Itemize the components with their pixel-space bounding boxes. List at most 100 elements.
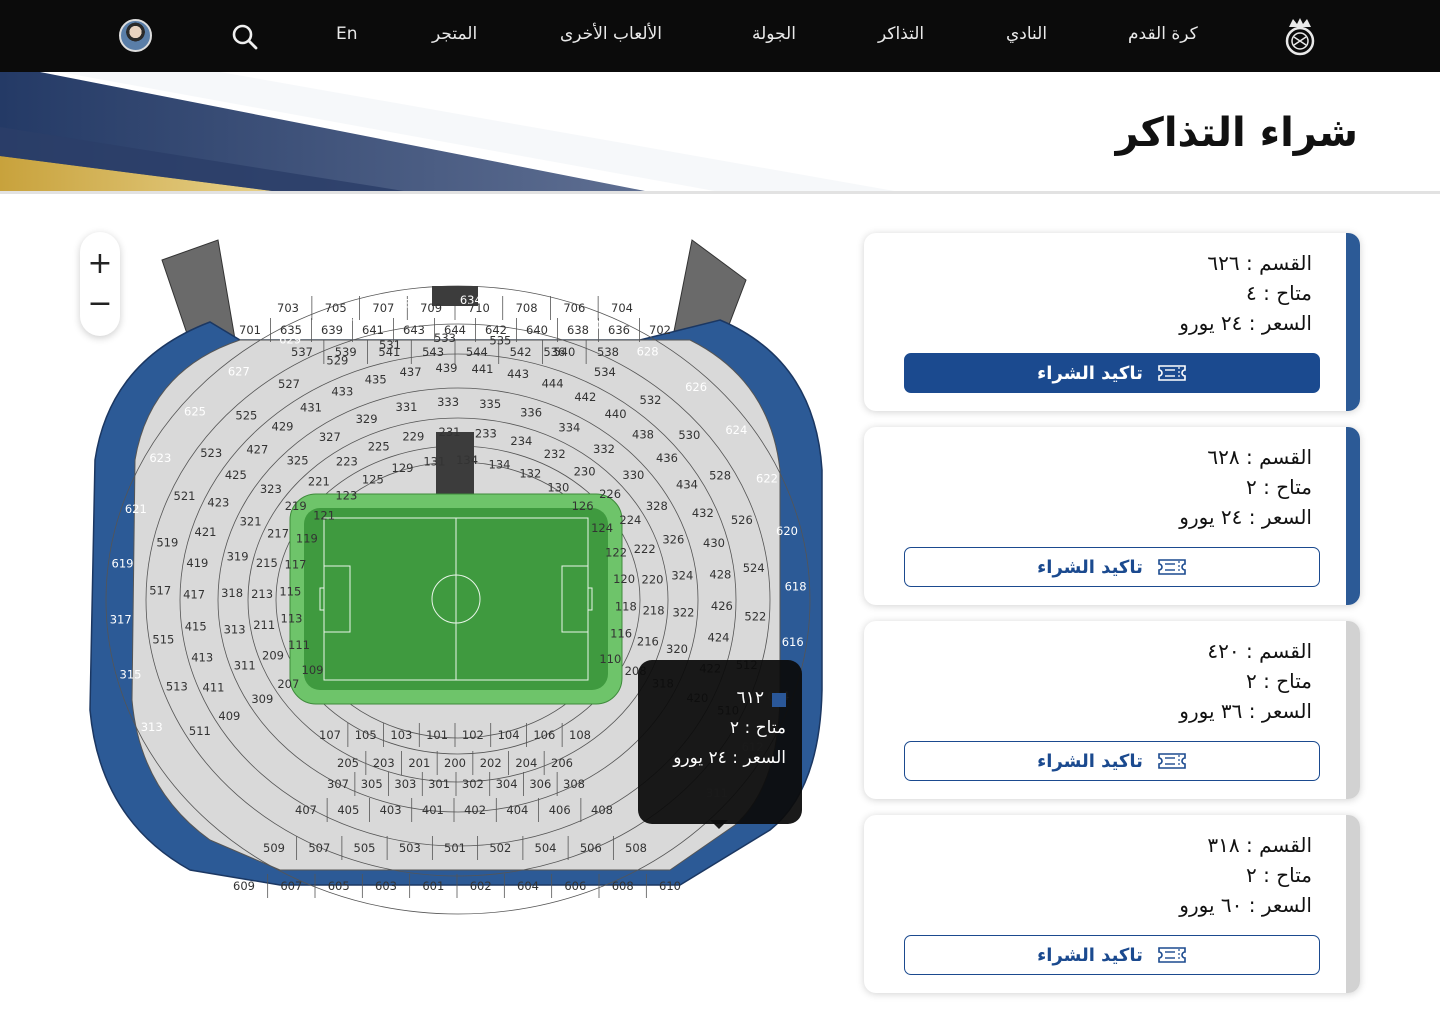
- section-label-218[interactable]: 218: [643, 604, 665, 618]
- confirm-purchase-button[interactable]: تاكيد الشراء: [904, 935, 1320, 975]
- section-label-330[interactable]: 330: [622, 468, 644, 482]
- section-label-705[interactable]: 705: [325, 301, 347, 315]
- section-label-404[interactable]: 404: [506, 803, 528, 817]
- section-label-104[interactable]: 104: [498, 728, 520, 742]
- section-label-411[interactable]: 411: [203, 681, 225, 695]
- zoom-out-button[interactable]: −: [80, 284, 120, 324]
- section-label-106[interactable]: 106: [533, 728, 555, 742]
- section-label-332[interactable]: 332: [593, 442, 615, 456]
- section-label-441[interactable]: 441: [472, 362, 494, 376]
- section-label-102[interactable]: 102: [462, 728, 484, 742]
- section-label-232[interactable]: 232: [544, 447, 566, 461]
- section-label-707[interactable]: 707: [372, 301, 394, 315]
- section-label-542[interactable]: 542: [510, 345, 532, 359]
- section-label-427[interactable]: 427: [246, 442, 268, 456]
- section-label-223[interactable]: 223: [336, 455, 358, 469]
- section-label-124[interactable]: 124: [591, 521, 613, 535]
- section-label-326[interactable]: 326: [662, 533, 684, 547]
- section-label-438[interactable]: 438: [632, 428, 654, 442]
- section-label-110[interactable]: 110: [599, 652, 621, 666]
- nav-club[interactable]: النادي: [1006, 24, 1047, 44]
- section-label-229[interactable]: 229: [402, 429, 424, 443]
- section-label-301[interactable]: 301: [428, 777, 450, 791]
- section-label-211[interactable]: 211: [253, 618, 275, 632]
- section-label-623[interactable]: 623: [149, 451, 171, 465]
- section-label-636[interactable]: 636: [608, 323, 630, 337]
- section-label-437[interactable]: 437: [400, 365, 422, 379]
- section-label-435[interactable]: 435: [365, 373, 387, 387]
- search-icon[interactable]: [231, 23, 259, 51]
- section-label-125[interactable]: 125: [362, 472, 384, 486]
- section-label-434[interactable]: 434: [676, 478, 698, 492]
- section-label-503[interactable]: 503: [399, 841, 421, 855]
- section-label-336[interactable]: 336: [520, 406, 542, 420]
- section-label-527[interactable]: 527: [278, 377, 300, 391]
- section-label-225[interactable]: 225: [368, 439, 390, 453]
- section-label-436[interactable]: 436: [656, 451, 678, 465]
- section-label-407[interactable]: 407: [295, 803, 317, 817]
- section-label-606[interactable]: 606: [564, 879, 586, 893]
- section-label-622[interactable]: 622: [756, 471, 778, 485]
- nav-language-en[interactable]: En: [336, 24, 358, 44]
- section-label-702[interactable]: 702: [649, 323, 671, 337]
- section-label-620[interactable]: 620: [776, 524, 798, 538]
- section-label-313[interactable]: 313: [141, 720, 163, 734]
- section-label-430[interactable]: 430: [703, 536, 725, 550]
- ticket-card[interactable]: القسم : ٦٢٦ متاح : ٤ السعر : ٢٤ يورو تاكيد …: [864, 233, 1360, 411]
- section-label-123[interactable]: 123: [335, 488, 357, 502]
- section-label-635[interactable]: 635: [280, 323, 302, 337]
- section-label-319[interactable]: 319: [227, 549, 249, 563]
- section-label-408[interactable]: 408: [591, 803, 613, 817]
- section-label-122[interactable]: 122: [605, 546, 627, 560]
- section-label-317[interactable]: 317: [110, 612, 132, 626]
- section-label-513[interactable]: 513: [166, 680, 188, 694]
- section-label-324[interactable]: 324: [671, 569, 693, 583]
- section-label-605[interactable]: 605: [328, 879, 350, 893]
- section-label-233[interactable]: 233: [475, 427, 497, 441]
- section-label-532[interactable]: 532: [640, 393, 662, 407]
- section-label-601[interactable]: 601: [422, 879, 444, 893]
- section-label-642[interactable]: 642: [485, 323, 507, 337]
- section-label-537[interactable]: 537: [291, 345, 313, 359]
- section-label-628[interactable]: 628: [637, 345, 659, 359]
- section-label-511[interactable]: 511: [189, 724, 211, 738]
- section-label-641[interactable]: 641: [362, 323, 384, 337]
- section-label-523[interactable]: 523: [200, 446, 222, 460]
- section-label-442[interactable]: 442: [574, 390, 596, 404]
- section-label-108[interactable]: 108: [569, 728, 591, 742]
- section-label-117[interactable]: 117: [285, 557, 307, 571]
- section-label-610[interactable]: 610: [659, 879, 681, 893]
- section-label-509[interactable]: 509: [263, 841, 285, 855]
- section-label-708[interactable]: 708: [516, 301, 538, 315]
- section-label-213[interactable]: 213: [251, 587, 273, 601]
- section-label-521[interactable]: 521: [174, 489, 196, 503]
- section-label-543[interactable]: 543: [422, 345, 444, 359]
- section-label-105[interactable]: 105: [355, 728, 377, 742]
- nav-tour[interactable]: الجولة: [752, 24, 796, 44]
- section-label-507[interactable]: 507: [308, 841, 330, 855]
- section-label-633[interactable]: 633: [397, 296, 419, 310]
- section-label-325[interactable]: 325: [287, 454, 309, 468]
- section-label-421[interactable]: 421: [195, 525, 217, 539]
- section-label-538[interactable]: 538: [597, 345, 619, 359]
- section-label-206[interactable]: 206: [551, 756, 573, 770]
- section-label-644[interactable]: 644: [444, 323, 466, 337]
- section-label-519[interactable]: 519: [156, 535, 178, 549]
- section-label-621[interactable]: 621: [125, 502, 147, 516]
- section-label-333[interactable]: 333: [437, 395, 459, 409]
- section-label-419[interactable]: 419: [186, 556, 208, 570]
- section-label-327[interactable]: 327: [319, 430, 341, 444]
- section-label-643[interactable]: 643: [403, 323, 425, 337]
- section-label-522[interactable]: 522: [744, 610, 766, 624]
- section-label-444[interactable]: 444: [542, 376, 564, 390]
- section-label-109[interactable]: 109: [302, 663, 324, 677]
- section-label-107[interactable]: 107: [319, 728, 341, 742]
- section-label-323[interactable]: 323: [260, 482, 282, 496]
- section-label-433[interactable]: 433: [331, 385, 353, 399]
- section-label-216[interactable]: 216: [637, 635, 659, 649]
- section-label-320[interactable]: 320: [666, 642, 688, 656]
- section-label-440[interactable]: 440: [605, 407, 627, 421]
- ticket-card[interactable]: القسم : ٣١٨ متاح : ٢ السعر : ٦٠ يورو تاكيد …: [864, 815, 1360, 993]
- section-label-710[interactable]: 710: [468, 301, 490, 315]
- section-label-328[interactable]: 328: [646, 499, 668, 513]
